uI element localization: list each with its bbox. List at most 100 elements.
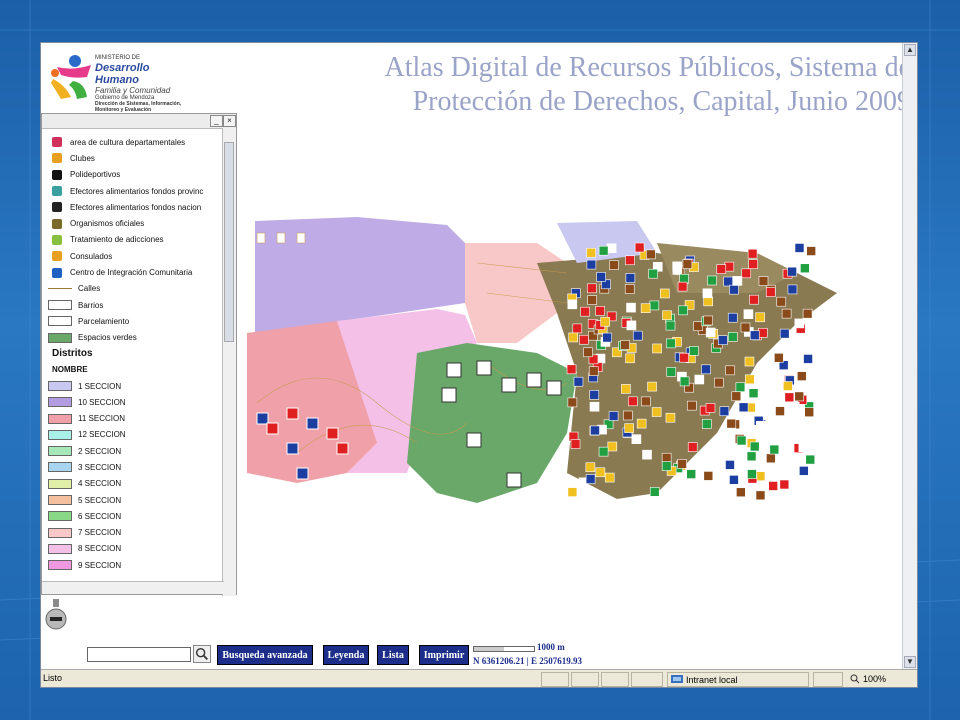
map-marker[interactable]	[803, 354, 813, 364]
map-marker[interactable]	[661, 461, 672, 471]
map-marker[interactable]	[748, 388, 759, 398]
map-marker[interactable]	[641, 396, 651, 407]
map-marker[interactable]	[716, 264, 727, 274]
map-marker[interactable]	[590, 425, 600, 436]
map-marker[interactable]	[678, 305, 688, 316]
map-marker[interactable]	[677, 459, 687, 469]
map-marker[interactable]	[632, 330, 643, 341]
map-marker[interactable]	[506, 472, 522, 488]
map-marker[interactable]	[628, 396, 638, 407]
map-marker[interactable]	[727, 332, 738, 342]
map-marker[interactable]	[718, 335, 728, 345]
map-marker[interactable]	[789, 402, 800, 412]
map-marker[interactable]	[677, 281, 688, 292]
map-marker[interactable]	[736, 487, 746, 498]
map-marker[interactable]	[724, 261, 735, 272]
map-marker[interactable]	[526, 372, 542, 388]
map-marker[interactable]	[652, 343, 662, 354]
map-marker[interactable]	[794, 391, 805, 402]
map-marker[interactable]	[336, 442, 349, 455]
map-marker[interactable]	[749, 294, 759, 305]
map-marker[interactable]	[600, 316, 610, 327]
print-button[interactable]: Imprimir	[419, 645, 469, 665]
map-marker[interactable]	[567, 299, 578, 310]
map-marker[interactable]	[686, 469, 697, 479]
map-marker[interactable]	[446, 362, 462, 378]
map-marker[interactable]	[766, 453, 776, 464]
legend-scrollbar-thumb[interactable]	[224, 142, 234, 342]
map-marker[interactable]	[794, 318, 805, 329]
map-marker[interactable]	[567, 487, 578, 497]
map-marker[interactable]	[580, 306, 590, 317]
map-marker[interactable]	[741, 268, 752, 279]
map-marker[interactable]	[662, 310, 672, 321]
map-marker[interactable]	[598, 446, 609, 457]
map-marker[interactable]	[703, 296, 713, 307]
map-marker[interactable]	[725, 365, 735, 376]
map-marker[interactable]	[749, 330, 760, 341]
map-marker[interactable]	[787, 266, 797, 277]
map-marker[interactable]	[588, 366, 599, 376]
map-marker[interactable]	[589, 401, 600, 412]
map-marker[interactable]	[586, 259, 597, 270]
map-marker[interactable]	[679, 352, 689, 363]
map-marker[interactable]	[779, 328, 790, 339]
map-marker[interactable]	[802, 308, 813, 319]
map-marker[interactable]	[701, 364, 711, 375]
map-marker[interactable]	[649, 487, 660, 497]
map-marker[interactable]	[705, 327, 716, 338]
map-marker[interactable]	[636, 418, 647, 429]
map-marker[interactable]	[755, 471, 766, 481]
map-marker[interactable]	[743, 309, 754, 319]
map-marker[interactable]	[626, 320, 637, 331]
map-marker[interactable]	[702, 419, 712, 429]
map-marker[interactable]	[596, 272, 606, 282]
map-marker[interactable]	[806, 246, 816, 256]
map-marker[interactable]	[744, 356, 755, 367]
map-marker[interactable]	[747, 248, 758, 259]
map-marker[interactable]	[672, 261, 682, 272]
map-marker[interactable]	[666, 367, 677, 377]
map-marker[interactable]	[661, 452, 672, 463]
map-marker[interactable]	[794, 243, 805, 253]
map-marker[interactable]	[800, 263, 810, 274]
map-marker[interactable]	[735, 382, 746, 393]
map-marker[interactable]	[572, 323, 583, 334]
map-marker[interactable]	[676, 484, 687, 495]
map-marker[interactable]	[689, 346, 699, 356]
map-marker[interactable]	[623, 410, 633, 421]
map-marker[interactable]	[466, 432, 482, 448]
map-marker[interactable]	[566, 364, 577, 375]
map-marker[interactable]	[782, 381, 793, 391]
map-marker[interactable]	[768, 481, 778, 491]
protected-mode-icon[interactable]	[813, 672, 843, 687]
map-marker[interactable]	[779, 479, 790, 490]
scroll-up-icon[interactable]: ▲	[904, 44, 916, 56]
map-marker[interactable]	[441, 387, 457, 403]
map-marker[interactable]	[787, 284, 798, 295]
map-marker[interactable]	[703, 471, 714, 481]
map-marker[interactable]	[748, 259, 759, 269]
map-marker[interactable]	[705, 403, 716, 413]
map-marker[interactable]	[266, 422, 279, 435]
map-marker[interactable]	[740, 322, 751, 333]
map-marker[interactable]	[804, 407, 815, 418]
map-marker[interactable]	[732, 276, 743, 286]
map-marker[interactable]	[286, 442, 299, 455]
close-icon[interactable]: ×	[223, 115, 236, 127]
map-marker[interactable]	[765, 287, 776, 297]
map-marker[interactable]	[781, 308, 792, 319]
map-marker[interactable]	[296, 467, 309, 480]
map-marker[interactable]	[805, 454, 816, 465]
map-marker[interactable]	[784, 415, 794, 426]
legend-scrollbar[interactable]	[222, 128, 236, 596]
map-marker[interactable]	[595, 306, 605, 316]
map-marker[interactable]	[749, 441, 760, 452]
map-marker[interactable]	[757, 327, 768, 338]
map-marker[interactable]	[775, 406, 785, 416]
zoom-level[interactable]: 100%	[847, 672, 911, 687]
map-marker[interactable]	[796, 371, 807, 381]
map-marker[interactable]	[702, 288, 713, 299]
map-marker[interactable]	[755, 312, 765, 323]
map-marker[interactable]	[625, 255, 635, 266]
